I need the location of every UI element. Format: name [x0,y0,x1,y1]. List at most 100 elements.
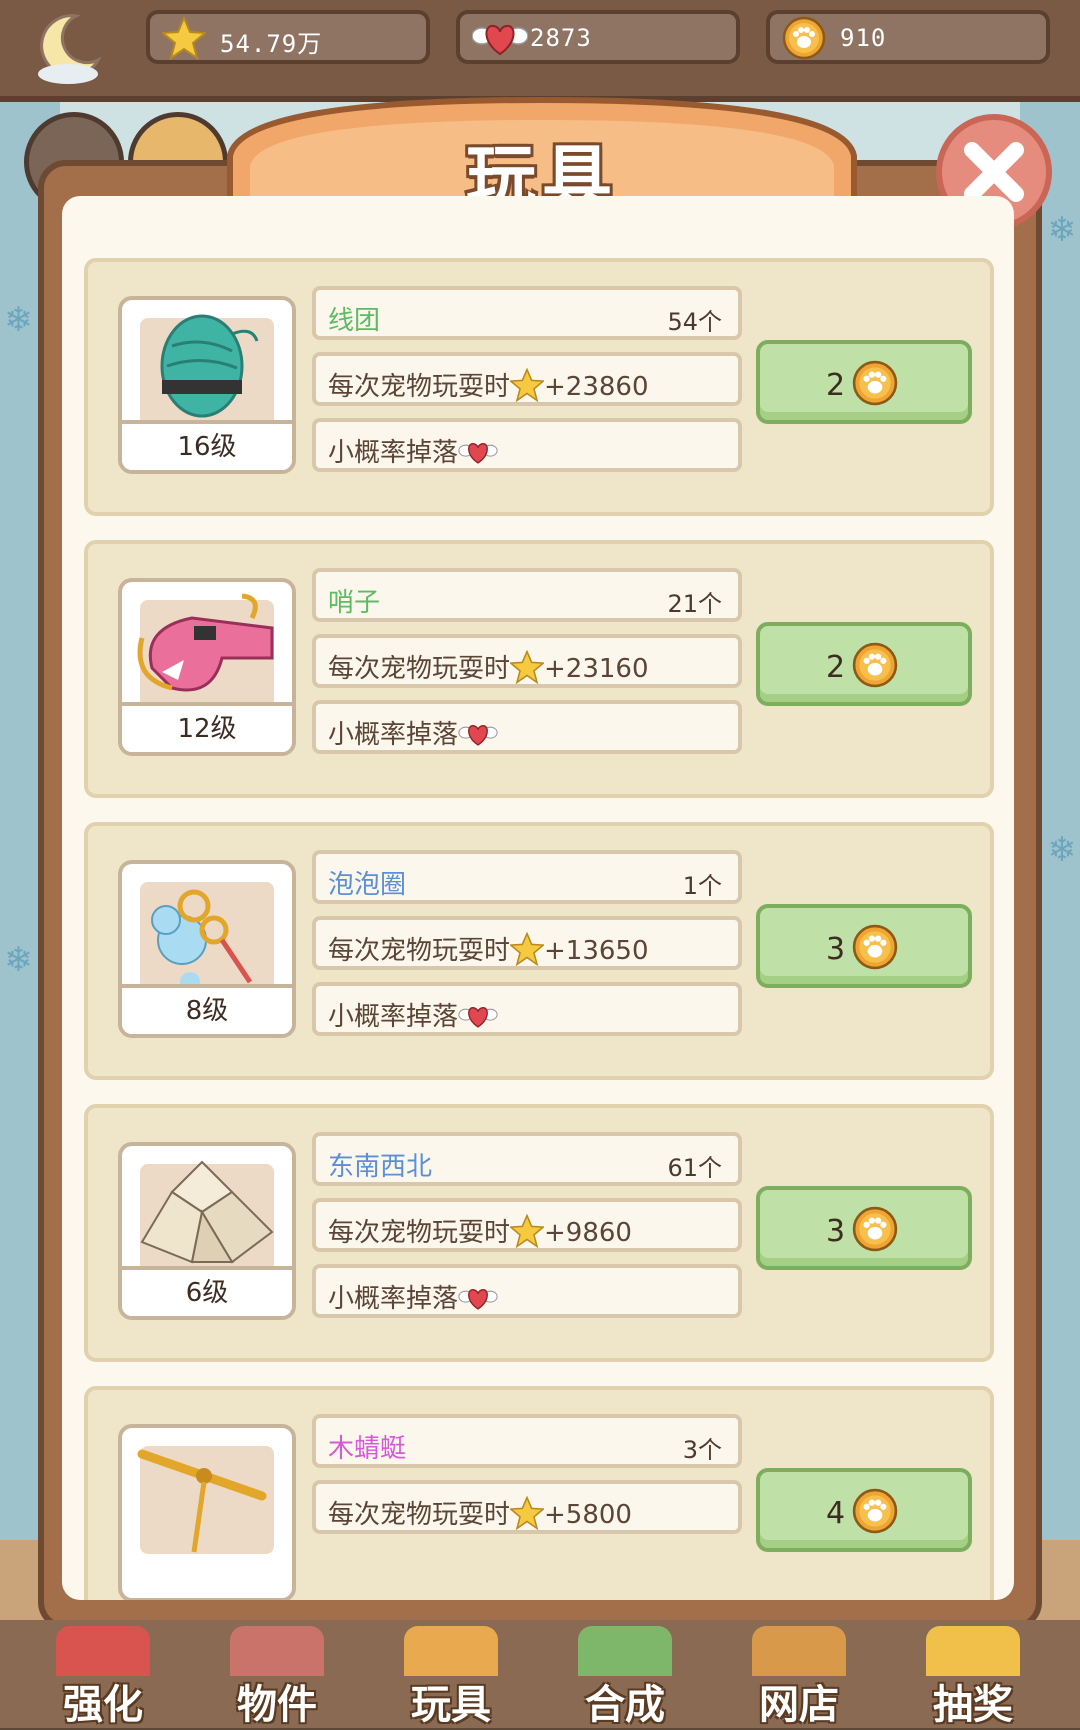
toy-drop-row: 小概率掉落 [312,418,742,472]
nav-shop[interactable]: 网店 [724,1626,874,1728]
star-icon [510,1496,545,1530]
paper-fortune-teller-icon [140,1160,274,1264]
bamboo-dragonfly-icon [137,1449,267,1553]
buy-price: 4 [826,1496,846,1531]
toy-thumbnail [118,1424,296,1600]
effect-value: +9860 [544,1218,632,1248]
paw-coin-icon [852,924,898,970]
nav-label: 抽奖 [933,1682,1013,1728]
toy-thumbnail: 8级 [118,860,296,1038]
winged-heart-icon [458,1289,498,1310]
toy-name: 线团 [328,306,381,336]
toy-icon [404,1626,498,1676]
toy-effect-row: 每次宠物玩耍时 +13650 [312,916,742,970]
toy-drop-row: 小概率掉落 [312,700,742,754]
star-icon [162,16,206,60]
winged-heart-icon [472,24,528,56]
toy-name: 东南西北 [328,1152,433,1182]
buy-button[interactable]: 4 [756,1468,972,1552]
toy-list[interactable]: 16级 线团 54个 每次宠物玩耍时 +23860 小概率掉落 2 12级 哨子… [62,196,1014,1600]
furniture-icon [230,1626,324,1676]
toy-level: 12级 [122,702,292,752]
nav-toys[interactable]: 玩具 [376,1626,526,1728]
toy-count: 1个 [682,872,722,900]
nav-label: 玩具 [411,1682,491,1728]
whistle-icon [137,593,274,692]
star-value: 54.79万 [220,30,323,58]
toy-drop-row: 小概率掉落 [312,1264,742,1318]
paw-coin-icon [852,642,898,688]
drop-label: 小概率掉落 [328,1002,459,1032]
toy-name: 泡泡圈 [328,870,407,900]
toy-thumbnail: 6级 [118,1142,296,1320]
lottery-icon [926,1626,1020,1676]
snowflake-icon: ❄ [1047,210,1077,250]
nav-label: 网店 [759,1682,839,1728]
nav-craft[interactable]: 合成 [550,1626,700,1728]
toy-level: 16级 [122,420,292,470]
heart-counter: 2873 [456,10,740,64]
paw-coin-icon [852,360,898,406]
heart-value: 2873 [530,24,592,52]
toy-card-fortune-teller: 6级 东南西北 61个 每次宠物玩耍时 +9860 小概率掉落 3 [84,1104,994,1362]
nav-label: 物件 [237,1682,317,1728]
drop-label: 小概率掉落 [328,1284,459,1314]
winged-heart-icon [458,443,498,464]
toy-name-row: 哨子 21个 [312,568,742,622]
buy-price: 3 [826,1214,846,1249]
coin-value: 910 [840,24,887,52]
buy-button[interactable]: 2 [756,622,972,706]
bubble-wand-icon [151,889,253,990]
toy-name-row: 木蜻蜓 3个 [312,1414,742,1468]
nav-enhance[interactable]: 强化 [28,1626,178,1728]
toy-count: 3个 [682,1436,722,1464]
snowflake-icon: ❄ [4,940,33,980]
drop-label: 小概率掉落 [328,438,459,468]
toy-name: 木蜻蜓 [328,1434,407,1464]
nav-label: 合成 [585,1682,665,1728]
effect-value: +13650 [544,936,649,966]
top-resource-bar: 54.79万 2873 910 [0,0,1080,102]
buy-button[interactable]: 3 [756,904,972,988]
paw-coin-icon [782,16,826,60]
effect-value: +23160 [544,654,649,684]
toy-effect-row: 每次宠物玩耍时 +5800 [312,1480,742,1534]
toy-card-whistle: 12级 哨子 21个 每次宠物玩耍时 +23160 小概率掉落 2 [84,540,994,798]
toy-effect-row: 每次宠物玩耍时 +9860 [312,1198,742,1252]
buy-price: 3 [826,932,846,967]
star-icon [510,650,545,684]
coin-counter: 910 [766,10,1050,64]
toy-name-row: 泡泡圈 1个 [312,850,742,904]
nav-objects[interactable]: 物件 [202,1626,352,1728]
toy-drop-row: 小概率掉落 [312,982,742,1036]
effect-label: 每次宠物玩耍时 [328,372,511,402]
nav-label: 强化 [63,1682,143,1728]
craft-icon [578,1626,672,1676]
buy-price: 2 [826,650,846,685]
toy-card-bamboo-dragonfly: 木蜻蜓 3个 每次宠物玩耍时 +5800 4 [84,1386,994,1600]
drop-label: 小概率掉落 [328,720,459,750]
toy-thumbnail: 12级 [118,578,296,756]
toy-level: 6级 [122,1266,292,1316]
toy-name-row: 东南西北 61个 [312,1132,742,1186]
buy-price: 2 [826,368,846,403]
effect-label: 每次宠物玩耍时 [328,1500,511,1530]
snowflake-icon: ❄ [4,300,33,340]
toy-count: 21个 [667,590,722,618]
effect-label: 每次宠物玩耍时 [328,936,511,966]
shop-icon [752,1626,846,1676]
toy-effect-row: 每次宠物玩耍时 +23160 [312,634,742,688]
winged-heart-icon [458,1007,498,1028]
star-icon [510,932,545,966]
moon-icon [38,14,102,84]
buy-button[interactable]: 2 [756,340,972,424]
nav-lottery[interactable]: 抽奖 [898,1626,1048,1728]
effect-value: +5800 [544,1500,632,1530]
yarn-ball-icon [160,314,259,418]
effect-label: 每次宠物玩耍时 [328,654,511,684]
toy-card-yarn: 16级 线团 54个 每次宠物玩耍时 +23860 小概率掉落 2 [84,258,994,516]
buy-button[interactable]: 3 [756,1186,972,1270]
target-icon [56,1626,150,1676]
effect-value: +23860 [544,372,649,402]
toy-count: 54个 [667,308,722,336]
